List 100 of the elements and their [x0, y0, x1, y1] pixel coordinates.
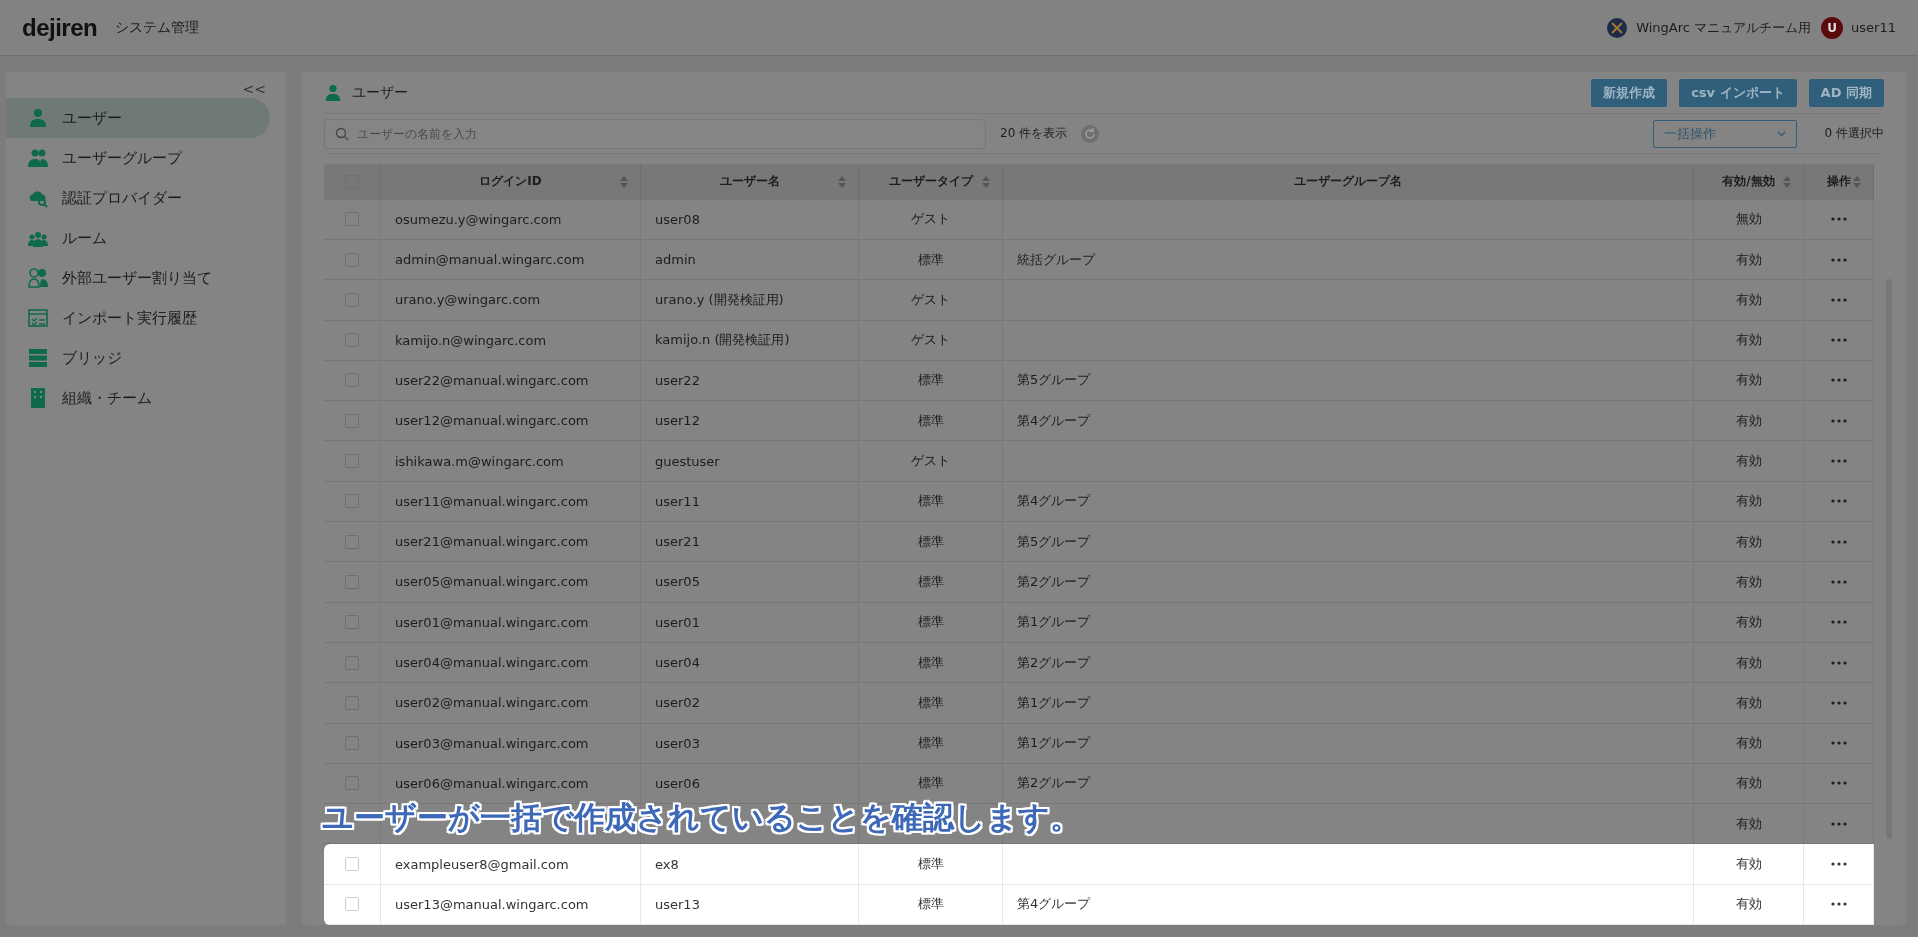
user-type-cell: 標準 [917, 250, 944, 269]
status-cell: 無効 [1735, 210, 1762, 229]
result-count: 20 件を表示 [1000, 125, 1068, 143]
column-header[interactable]: ユーザータイプ [888, 173, 973, 191]
user-group-cell: 統括グループ [1017, 250, 1095, 269]
login-id-cell: ishikawa.m@wingarc.com [395, 453, 564, 469]
user-icon [324, 82, 342, 103]
sort-icon[interactable] [1853, 175, 1861, 188]
user-type-cell: 標準 [917, 774, 944, 793]
status-cell: 有効 [1735, 613, 1762, 632]
status-cell: 有効 [1735, 452, 1762, 471]
user-type-cell: 標準 [917, 492, 944, 511]
app-title: システム管理 [115, 18, 200, 37]
user-type-cell: 標準 [917, 371, 944, 390]
user-name-cell: user06 [655, 775, 700, 791]
login-id-cell: urano.y@wingarc.com [395, 292, 541, 308]
login-id-cell: user12@manual.wingarc.com [395, 413, 589, 429]
sidebar-item[interactable]: ブリッジ [6, 338, 270, 378]
user-type-cell: 標準 [917, 653, 944, 672]
column-header[interactable]: ユーザー名 [719, 173, 780, 191]
action-button[interactable]: 新規作成 [1591, 78, 1668, 107]
user-type-cell: ゲスト [911, 210, 950, 229]
login-id-cell: user22@manual.wingarc.com [395, 373, 589, 388]
login-id-cell: user04@manual.wingarc.com [395, 655, 589, 671]
login-id-cell: admin@manual.wingarc.com [395, 252, 585, 268]
status-cell: 有効 [1735, 693, 1762, 712]
action-button[interactable]: AD 同期 [1808, 78, 1884, 107]
login-id-cell: user21@manual.wingarc.com [395, 534, 589, 550]
sort-icon[interactable] [1783, 175, 1791, 188]
collapse-button[interactable]: << [236, 80, 272, 98]
user-type-cell: 標準 [917, 734, 944, 753]
sort-icon[interactable] [982, 175, 990, 188]
user-group-cell: 第2グループ [1017, 653, 1091, 672]
column-header[interactable]: ログインID [479, 173, 542, 191]
column-header[interactable]: ユーザーグループ名 [1294, 173, 1402, 191]
user-group-cell: 第2グループ [1017, 572, 1091, 591]
user-group-cell: 第4グループ [1017, 895, 1091, 914]
status-cell: 有効 [1735, 411, 1762, 430]
login-id-cell: user03@manual.wingarc.com [395, 735, 589, 751]
status-cell: 有効 [1735, 290, 1762, 309]
more-icon[interactable] [1830, 902, 1847, 907]
status-cell: 有効 [1735, 653, 1762, 672]
user-group-cell: 第5グループ [1017, 371, 1091, 390]
user-name-cell: user22 [655, 373, 700, 388]
user-name-cell: user11 [655, 493, 700, 509]
sort-icon[interactable] [620, 175, 628, 188]
sidebar-item-icon [28, 308, 48, 328]
chevron-icon [1776, 130, 1786, 137]
user-avatar[interactable]: U [1821, 16, 1844, 39]
user-type-cell: 標準 [917, 693, 944, 712]
user-group-cell: 第1グループ [1017, 613, 1091, 632]
sidebar-item-icon [28, 148, 48, 168]
sidebar-item-icon [28, 348, 48, 368]
sort-icon[interactable] [838, 175, 846, 188]
user-name-cell: kamijo.n (開発検証用) [655, 331, 790, 350]
sidebar-item[interactable]: ユーザー [6, 98, 270, 138]
sidebar-item[interactable]: ルーム [6, 218, 270, 258]
selected-count: 0 件選択中 [1824, 125, 1884, 143]
user-type-cell: 標準 [917, 411, 944, 430]
page-title: ユーザー [352, 83, 408, 102]
login-id-cell: user06@manual.wingarc.com [395, 775, 589, 791]
status-cell: 有効 [1735, 734, 1762, 753]
status-cell: 有効 [1735, 532, 1762, 551]
login-id-cell: user11@manual.wingarc.com [395, 493, 589, 509]
user-name-cell: user13 [655, 896, 700, 912]
user-name-cell: user05 [655, 574, 700, 590]
column-header[interactable]: 操作 [1826, 173, 1851, 191]
sidebar-item[interactable]: 外部ユーザー割り当て [6, 258, 270, 298]
action-button[interactable]: csv インポート [1679, 78, 1797, 107]
team-name[interactable]: WingArc マニュアルチーム用 [1636, 18, 1812, 37]
user-name-cell: ex8 [655, 856, 679, 872]
status-cell: 有効 [1735, 371, 1762, 390]
caption-text: ユーザーが一括で作成されていることを確認します。 [322, 798, 1081, 837]
user-group-cell: 第1グループ [1017, 693, 1091, 712]
sidebar-item[interactable]: ユーザーグループ [6, 138, 270, 178]
sidebar-item[interactable]: インポート実行履歴 [6, 298, 270, 338]
user-type-cell: 標準 [917, 532, 944, 551]
login-id-cell: user01@manual.wingarc.com [395, 614, 589, 630]
sidebar-item-icon [28, 388, 48, 408]
sidebar-item-icon [28, 108, 48, 128]
user-name-cell: user21 [655, 534, 700, 550]
refresh-icon[interactable] [1081, 124, 1100, 143]
user-name[interactable]: user11 [1851, 20, 1896, 35]
team-icon [1606, 16, 1629, 39]
user-name-cell: user02 [655, 695, 700, 711]
logo[interactable]: dejiren [22, 13, 98, 42]
status-cell: 有効 [1735, 774, 1762, 793]
more-icon[interactable] [1830, 862, 1847, 867]
user-group-cell: 第4グループ [1017, 492, 1091, 511]
sidebar-item-icon [28, 268, 48, 288]
column-header[interactable]: 有効/無効 [1722, 173, 1775, 191]
user-group-cell: 第1グループ [1017, 734, 1091, 753]
user-group-cell: 第4グループ [1017, 411, 1091, 430]
login-id-cell: exampleuser8@gmail.com [395, 856, 569, 872]
user-group-cell: 第5グループ [1017, 532, 1091, 551]
status-cell: 有効 [1735, 250, 1762, 269]
sidebar-item[interactable]: 組織・チーム [6, 378, 270, 418]
sidebar-item[interactable]: 認証プロバイダー [6, 178, 270, 218]
user-type-cell: ゲスト [911, 290, 950, 309]
status-cell: 有効 [1735, 572, 1762, 591]
